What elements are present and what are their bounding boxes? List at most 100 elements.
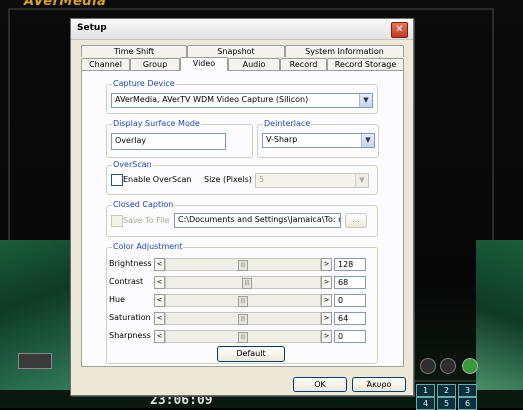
tab-record[interactable]: Record [280,58,327,70]
brightness-slider[interactable]: ||| [165,258,321,271]
overscan-size-label: Size (Pixels) [204,175,252,184]
overscan-title: OverScan [112,160,153,170]
contrast-increase-button[interactable]: > [321,276,332,289]
keypad-key[interactable]: 1 [416,384,435,397]
chevron-down-icon[interactable]: ▼ [361,134,374,147]
saturation-value: 64 [338,314,349,323]
close-button[interactable]: ✕ [391,22,408,38]
enable-overscan-checkbox[interactable] [111,174,123,186]
tab-channel[interactable]: Channel [81,58,130,70]
cancel-button[interactable]: Άκυρο [352,377,406,392]
display-surface-group: Display Surface Mode Overlay [106,119,253,158]
deinterlace-value: V-Sharp [266,135,298,144]
hue-value: 0 [338,296,344,305]
sharpness-decrease-button[interactable]: < [154,330,165,343]
keypad-key[interactable]: 2 [437,384,456,397]
monitor-icon[interactable] [18,353,52,369]
sharpness-row: Sharpness < ||| > 0 [107,330,377,344]
brightness-increase-button[interactable]: > [321,258,332,271]
brightness-label: Brightness [109,259,152,268]
closed-caption-title: Closed Caption [112,200,175,210]
capture-device-title: Capture Device [112,79,176,89]
forward-icon[interactable] [440,358,456,374]
capture-device-select[interactable]: AVerMedia, AVerTV WDM Video Capture (Sil… [111,93,373,108]
overscan-size-select[interactable]: 5 ▼ [255,173,369,188]
hue-increase-button[interactable]: > [321,294,332,307]
sharpness-slider-thumb[interactable]: ||| [238,332,248,343]
sharpness-value-field[interactable]: 0 [334,330,366,343]
power-icon[interactable] [462,358,478,374]
brightness-value: 128 [338,260,354,269]
display-surface-value: Overlay [115,136,147,145]
closed-caption-group: Closed Caption Save To File C:\Documents… [106,200,378,237]
hue-row: Hue < ||| > 0 [107,294,377,308]
saturation-slider[interactable]: ||| [165,312,321,325]
sharpness-slider[interactable]: ||| [165,330,321,343]
hue-value-field[interactable]: 0 [334,294,366,307]
save-to-file-checkbox[interactable] [111,215,123,227]
sharpness-increase-button[interactable]: > [321,330,332,343]
capture-device-group: Capture Device AVerMedia, AVerTV WDM Vid… [106,79,378,114]
color-adjustment-title: Color Adjustment [112,242,184,252]
tab-time-shift[interactable]: Time Shift [81,45,187,57]
dialog-titlebar[interactable]: Setup ✕ [71,19,413,40]
contrast-label: Contrast [109,277,144,286]
caption-file-path-value: C:\Documents and Settings\Jamaica\To: έγ… [178,215,340,224]
brightness-row: Brightness < ||| > 128 [107,258,377,272]
brightness-slider-thumb[interactable]: ||| [238,260,248,271]
keypad-key[interactable]: 3 [458,384,477,397]
dialog-title: Setup [77,23,107,33]
keypad-key[interactable]: 5 [437,397,456,410]
sharpness-label: Sharpness [109,331,151,340]
saturation-label: Saturation [109,313,151,322]
display-surface-field[interactable]: Overlay [111,133,226,150]
brightness-value-field[interactable]: 128 [334,258,366,271]
tab-audio[interactable]: Audio [228,58,280,70]
display-surface-title: Display Surface Mode [112,119,201,129]
ok-button[interactable]: OK [293,377,347,392]
overscan-group: OverScan Enable OverScan Size (Pixels) 5… [106,160,378,195]
hue-label: Hue [109,295,126,304]
keypad-key[interactable]: 6 [458,397,477,410]
save-to-file-label[interactable]: Save To File [123,216,170,225]
keypad-key[interactable]: 4 [416,397,435,410]
browse-button[interactable]: ... [345,213,367,228]
contrast-value: 68 [338,278,349,287]
default-button[interactable]: Default [217,346,285,362]
tab-snapshot[interactable]: Snapshot [187,45,285,57]
deinterlace-select[interactable]: V-Sharp ▼ [262,133,375,148]
tab-system-information[interactable]: System Information [285,45,404,57]
deinterlace-title: Deinterlace [263,119,312,129]
enable-overscan-label[interactable]: Enable OverScan [123,175,191,184]
tab-group[interactable]: Group [130,58,180,70]
brightness-decrease-button[interactable]: < [154,258,165,271]
deinterlace-group: Deinterlace V-Sharp ▼ [257,119,379,158]
tab-video[interactable]: Video [180,57,228,71]
saturation-increase-button[interactable]: > [321,312,332,325]
channel-keypad: 1 2 3 4 5 6 [404,380,519,410]
saturation-slider-thumb[interactable]: ||| [238,314,248,325]
setup-dialog: Setup ✕ Time Shift Snapshot System Infor… [70,18,414,396]
hue-slider-thumb[interactable]: ||| [238,296,248,307]
hue-slider[interactable]: ||| [165,294,321,307]
saturation-decrease-button[interactable]: < [154,312,165,325]
video-tab-panel: Capture Device AVerMedia, AVerTV WDM Vid… [81,70,404,367]
contrast-slider[interactable]: ||| [165,276,321,289]
tab-record-storage[interactable]: Record Storage [327,58,404,70]
chevron-down-icon[interactable]: ▼ [355,174,368,187]
hue-decrease-button[interactable]: < [154,294,165,307]
tab-row-upper: Time Shift Snapshot System Information [81,45,404,57]
contrast-slider-thumb[interactable]: ||| [242,278,252,289]
capture-device-value: AVerMedia, AVerTV WDM Video Capture (Sil… [115,95,309,104]
chevron-down-icon[interactable]: ▼ [359,94,372,107]
contrast-decrease-button[interactable]: < [154,276,165,289]
caption-file-path-field[interactable]: C:\Documents and Settings\Jamaica\To: έγ… [174,213,341,228]
saturation-value-field[interactable]: 64 [334,312,366,325]
tab-row-lower: Channel Group Video Audio Record Record … [81,57,404,71]
contrast-value-field[interactable]: 68 [334,276,366,289]
rewind-icon[interactable] [420,358,436,374]
color-adjustment-group: Color Adjustment Brightness < ||| > 128 … [106,242,378,364]
saturation-row: Saturation < ||| > 64 [107,312,377,326]
background-scene-right [476,240,523,390]
overscan-size-value: 5 [259,175,265,184]
